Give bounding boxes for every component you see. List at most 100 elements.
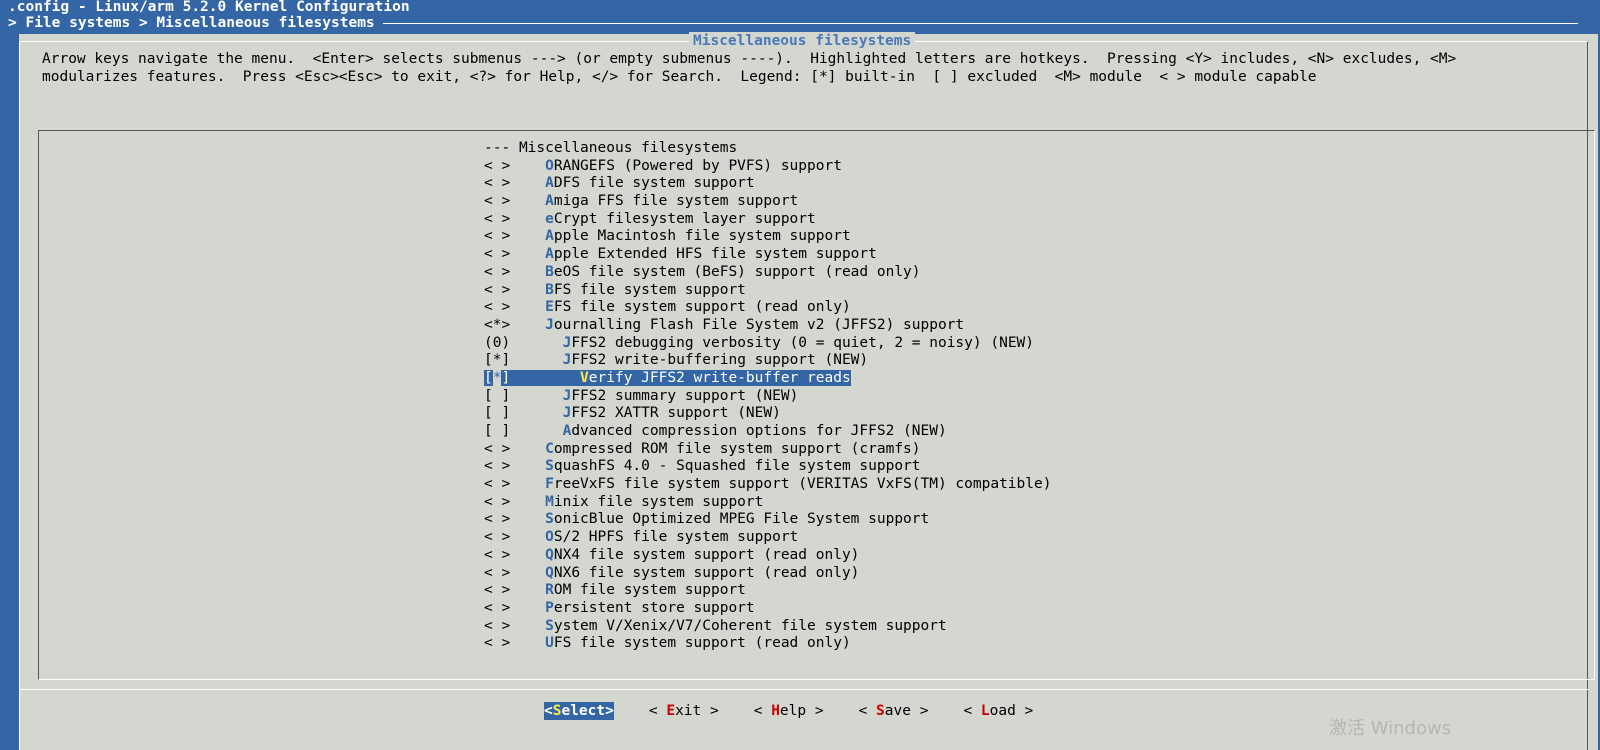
- menu-item-state: < >: [484, 246, 511, 263]
- menu-item-state: < >: [484, 493, 511, 510]
- menu-item[interactable]: < > Compressed ROM file system support (…: [484, 441, 1051, 459]
- menu-item[interactable]: < > ORANGEFS (Powered by PVFS) support: [484, 158, 1051, 176]
- menu-item[interactable]: < > OS/2 HPFS file system support: [484, 529, 1051, 547]
- menu-item-state: < >: [484, 564, 511, 581]
- button-hotkey: L: [980, 703, 990, 719]
- menu-item-body: BFS file system support: [510, 282, 746, 298]
- help-line-2: modularizes features. Press <Esc><Esc> t…: [42, 69, 1317, 85]
- button-label-rest: elect>: [561, 703, 614, 719]
- menu-item-body: UFS file system support (read only): [510, 635, 851, 651]
- menu-item-state: < >: [484, 281, 511, 298]
- menu-item[interactable]: (0) JFFS2 debugging verbosity (0 = quiet…: [484, 335, 1051, 353]
- menu-item[interactable]: < > Persistent store support: [484, 600, 1051, 618]
- menu-item-state: < >: [484, 476, 511, 493]
- menu-item-state: < >: [484, 175, 511, 192]
- save-button[interactable]: < Save >: [859, 702, 929, 720]
- menu-item-indent: [510, 246, 545, 262]
- menu-item[interactable]: < > QNX6 file system support (read only): [484, 565, 1051, 583]
- button-bracket: <: [858, 703, 877, 719]
- menu-item-indent: [510, 228, 545, 244]
- menu-item[interactable]: < > Apple Macintosh file system support: [484, 228, 1051, 246]
- menu-item[interactable]: < > SonicBlue Optimized MPEG File System…: [484, 511, 1051, 529]
- menu-item[interactable]: [*] Verify JFFS2 write-buffer reads: [484, 369, 1051, 388]
- menu-item[interactable]: [ ] JFFS2 summary support (NEW): [484, 388, 1051, 406]
- hotkey-letter: O: [545, 157, 554, 174]
- menu-item-state: (0): [484, 334, 511, 351]
- menu-item-body: FreeVxFS file system support (VERITAS Vx…: [510, 476, 1051, 492]
- menu-item-state: < >: [484, 299, 511, 316]
- menu-item-body: EFS file system support (read only): [510, 299, 851, 316]
- menu-item-state: [ ]: [484, 405, 511, 422]
- load-button[interactable]: < Load >: [963, 702, 1033, 720]
- select-button[interactable]: <Select>: [544, 702, 614, 720]
- menu-item[interactable]: < > Apple Extended HFS file system suppo…: [484, 246, 1051, 264]
- menu-item-indent: [510, 405, 562, 421]
- menu-item-indent: [510, 388, 562, 404]
- hotkey-letter: B: [545, 281, 554, 298]
- menu-item-indent: [510, 494, 545, 510]
- menu-item-label: inix file system support: [553, 493, 764, 510]
- menu-item[interactable]: < > Minix file system support: [484, 494, 1051, 512]
- menu-item[interactable]: < > BFS file system support: [484, 282, 1051, 300]
- menu-item[interactable]: < > QNX4 file system support (read only): [484, 547, 1051, 565]
- menu-item[interactable]: < > SquashFS 4.0 - Squashed file system …: [484, 458, 1051, 476]
- menu-item[interactable]: < > eCrypt filesystem layer support: [484, 211, 1051, 229]
- hotkey-letter: J: [545, 316, 554, 333]
- menu-item-state: < >: [484, 210, 511, 227]
- hotkey-letter: B: [545, 263, 554, 280]
- menu-item[interactable]: < > UFS file system support (read only): [484, 635, 1051, 653]
- menu-item[interactable]: < > System V/Xenix/V7/Coherent file syst…: [484, 618, 1051, 636]
- menu-item-label: DFS file system support: [553, 175, 755, 192]
- menu-item[interactable]: < > EFS file system support (read only): [484, 299, 1051, 317]
- menu-item-indent: [510, 140, 519, 156]
- menu-item-label: FFS2 summary support (NEW): [571, 387, 799, 404]
- menu-item-body: System V/Xenix/V7/Coherent file system s…: [510, 618, 947, 634]
- menu-list: --- Miscellaneous filesystems < > ORANGEF…: [484, 140, 1051, 653]
- menu-item-label: FS file system support: [553, 281, 746, 298]
- menu-item-indent: [510, 175, 545, 191]
- state-bracket: ]: [501, 369, 511, 386]
- menu-item-state: [*]: [484, 352, 511, 369]
- menu-item-state: < >: [484, 193, 511, 210]
- hotkey-letter: P: [545, 599, 554, 616]
- menu-item-indent: [510, 317, 545, 333]
- menu-item-label: miga FFS file system support: [553, 193, 799, 210]
- hotkey-letter: C: [545, 440, 554, 457]
- menu-item[interactable]: <*> Journalling Flash File System v2 (JF…: [484, 317, 1051, 335]
- exit-button[interactable]: < Exit >: [649, 702, 719, 720]
- hotkey-letter: Q: [545, 546, 554, 563]
- button-bracket: <: [963, 703, 981, 719]
- menu-item-label: ournalling Flash File System v2 (JFFS2) …: [553, 316, 965, 333]
- menu-item-body: SonicBlue Optimized MPEG File System sup…: [510, 511, 929, 527]
- help-button[interactable]: < Help >: [754, 702, 824, 720]
- hotkey-letter: E: [545, 299, 554, 316]
- menu-item[interactable]: < > ADFS file system support: [484, 175, 1051, 193]
- menu-item-label: RANGEFS (Powered by PVFS) support: [553, 157, 842, 174]
- menu-item-indent: [510, 370, 580, 386]
- menu-item-indent: [510, 158, 545, 174]
- menu-item-indent: [510, 335, 562, 351]
- hotkey-letter: A: [545, 175, 554, 192]
- menu-item[interactable]: [ ] JFFS2 XATTR support (NEW): [484, 405, 1051, 423]
- menu-item-indent: [510, 529, 545, 545]
- menu-item[interactable]: < > BeOS file system (BeFS) support (rea…: [484, 264, 1051, 282]
- menu-item-state: [ ]: [484, 387, 511, 404]
- menu-item-indent: [510, 211, 545, 227]
- menu-item-label: FFS2 write-buffering support (NEW): [571, 352, 869, 369]
- menu-item-label: OM file system support: [553, 582, 746, 599]
- hotkey-letter: R: [545, 582, 554, 599]
- menu-item-indent: [510, 618, 545, 634]
- menu-item[interactable]: < > FreeVxFS file system support (VERITA…: [484, 476, 1051, 494]
- menu-item[interactable]: [*] JFFS2 write-buffering support (NEW): [484, 352, 1051, 370]
- menu-item-label: quashFS 4.0 - Squashed file system suppo…: [553, 458, 921, 475]
- menu-item-indent: [510, 282, 545, 298]
- dialog-title: Miscellaneous filesystems: [689, 32, 916, 50]
- menu-item-body: Miscellaneous filesystems: [510, 140, 737, 156]
- menu-item[interactable]: < > ROM file system support: [484, 582, 1051, 600]
- state-bracket: [: [484, 369, 493, 386]
- menu-item[interactable]: < > Amiga FFS file system support: [484, 193, 1051, 211]
- menu-item[interactable]: [ ] Advanced compression options for JFF…: [484, 423, 1051, 441]
- menu-item-indent: [510, 423, 562, 439]
- button-separator: [19, 689, 1588, 690]
- menu-item-body: Minix file system support: [510, 494, 763, 510]
